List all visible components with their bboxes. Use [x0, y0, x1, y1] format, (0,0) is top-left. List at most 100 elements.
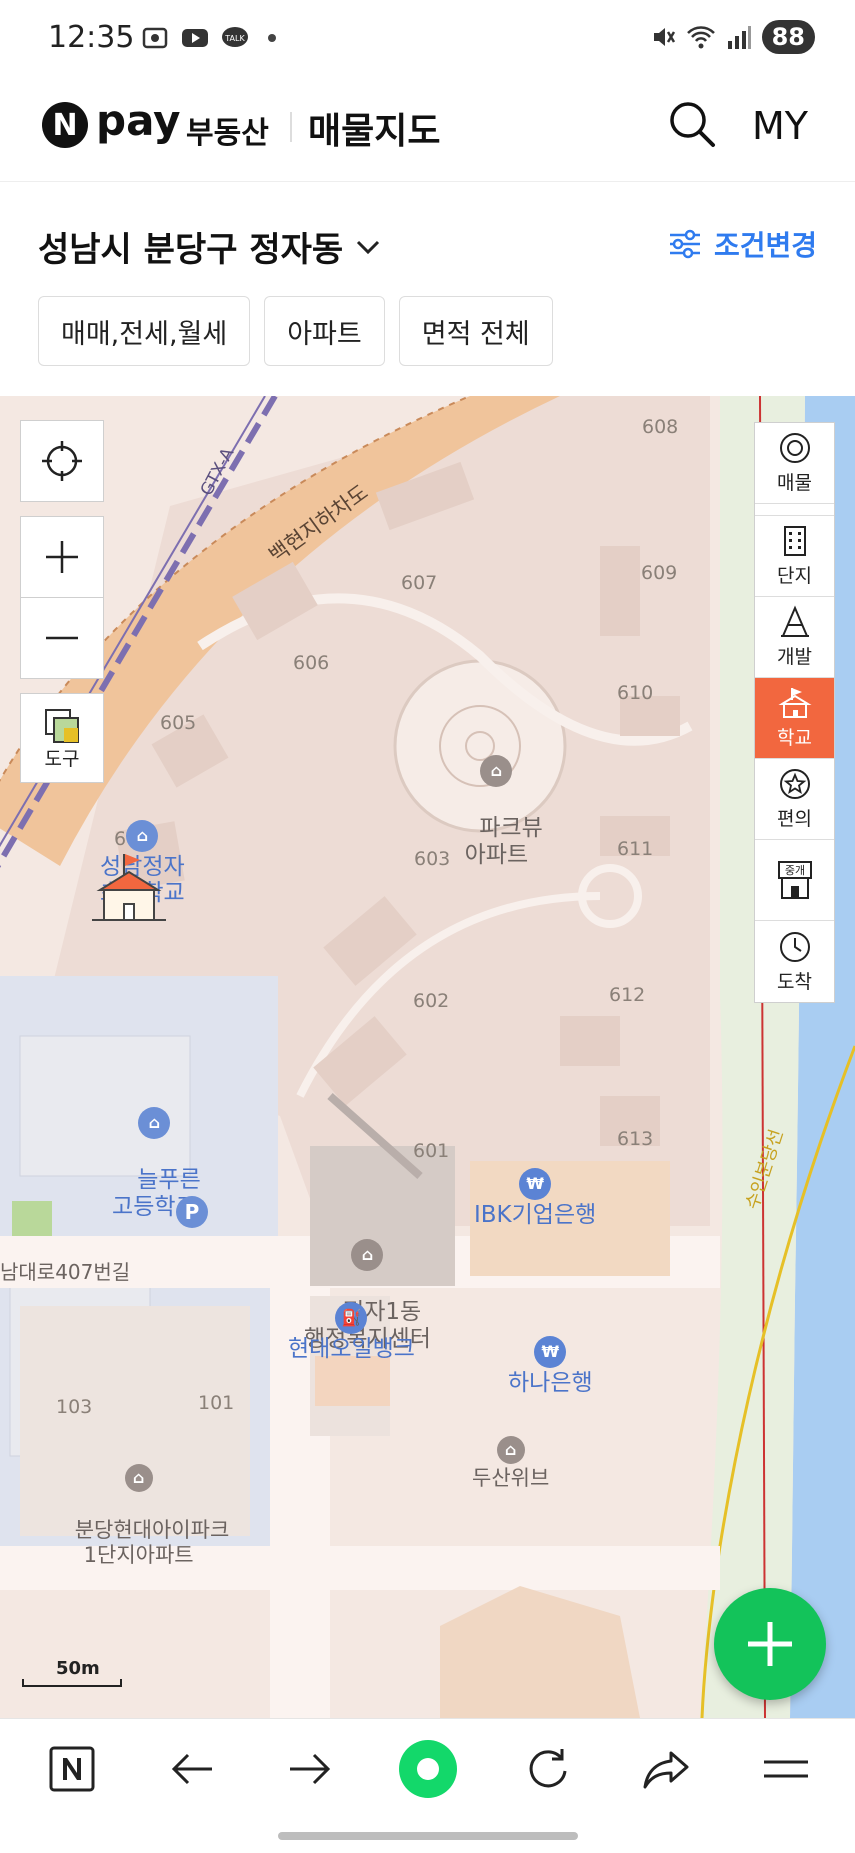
- poi-hyundai-oilbank[interactable]: ⛽ 현대오일뱅크: [288, 1302, 415, 1362]
- map-view[interactable]: 백현지하차도 GTX-A 608 607 609 606 610 605 604…: [0, 396, 855, 1718]
- building-icon: [783, 526, 806, 556]
- road-name-label: 남대로407번길: [0, 1260, 131, 1284]
- back-icon: [171, 1753, 212, 1785]
- bank-pin-icon: ₩: [534, 1336, 567, 1368]
- building-number: 610: [617, 682, 654, 704]
- mute-icon: [653, 28, 675, 46]
- rail-divider: [755, 504, 834, 516]
- poi-hyundai-ipark[interactable]: ⌂ 분당현대아이파크 1단지아파트: [48, 1416, 229, 1591]
- refresh-button[interactable]: [518, 1739, 578, 1799]
- building-number: 101: [198, 1392, 235, 1414]
- building-number: 606: [293, 652, 330, 674]
- search-icon[interactable]: [666, 98, 718, 150]
- building-number: 609: [641, 562, 678, 584]
- building-number: 613: [617, 1128, 654, 1150]
- screen: { "status_bar": { "time": "12:35", "batt…: [0, 0, 855, 1853]
- naver-home-button[interactable]: [42, 1739, 102, 1799]
- school-pin-icon: ⌂: [138, 1106, 171, 1139]
- map-scale: 50m: [22, 1658, 122, 1687]
- screenshot-icon: [142, 27, 168, 49]
- apartment-pin-icon: ⌂: [124, 1464, 153, 1493]
- building-number: 602: [413, 990, 450, 1012]
- building-number: 607: [401, 572, 438, 594]
- filter-chip-property-type[interactable]: 아파트: [264, 296, 385, 366]
- poi-park-view-apartment[interactable]: ⌂ 파크뷰 아파트: [450, 702, 543, 895]
- locate-me-button[interactable]: [20, 420, 104, 502]
- school-marker-icon[interactable]: [92, 850, 166, 924]
- my-button[interactable]: MY: [752, 104, 808, 148]
- parking-icon[interactable]: P: [176, 1196, 208, 1228]
- zoom-out-button[interactable]: [20, 597, 104, 679]
- app-header: N pay 부동산 매물지도 MY: [0, 78, 855, 182]
- share-button[interactable]: [636, 1739, 696, 1799]
- filter-chip-area[interactable]: 면적 전체: [398, 296, 553, 366]
- poi-hana-bank[interactable]: ₩ 하나은행: [508, 1336, 593, 1396]
- rail-item-commute[interactable]: 도착: [755, 921, 834, 1002]
- naver-home-icon: [49, 1746, 95, 1792]
- poi-doosan-weve[interactable]: ⌂ 두산위브: [472, 1436, 549, 1490]
- layers-tool-icon: [45, 708, 79, 743]
- clock-icon: [779, 931, 810, 962]
- talk-icon: TALK: [222, 27, 248, 47]
- plus-icon: [46, 541, 78, 573]
- add-button[interactable]: [714, 1588, 826, 1700]
- menu-icon: [764, 1760, 808, 1778]
- home-indicator[interactable]: [278, 1832, 578, 1840]
- refresh-icon: [529, 1749, 567, 1788]
- poi-ibk-bank[interactable]: ₩ IBK기업은행: [474, 1168, 596, 1228]
- condition-change-button[interactable]: 조건변경: [668, 224, 817, 264]
- logo-realestate-text[interactable]: 부동산: [186, 108, 269, 152]
- agency-icon: 중개: [777, 861, 812, 899]
- status-bar: 12:35 TALK 88: [0, 0, 855, 78]
- header-divider: [290, 112, 292, 142]
- building-number: 601: [413, 1140, 450, 1162]
- share-icon: [643, 1751, 689, 1789]
- rail-item-convenience[interactable]: 편의: [755, 759, 834, 840]
- forward-button[interactable]: [280, 1739, 340, 1799]
- government-pin-icon: ⌂: [351, 1238, 384, 1271]
- rail-item-development[interactable]: 개발: [755, 597, 834, 678]
- rail-item-school[interactable]: 학교: [755, 678, 834, 759]
- zoom-in-button[interactable]: [20, 516, 104, 598]
- building-number: 612: [609, 984, 646, 1006]
- building-number: 603: [414, 848, 451, 870]
- crosshair-icon: [42, 441, 82, 481]
- youtube-icon: [182, 29, 208, 47]
- plus-icon: [748, 1622, 792, 1666]
- rail-item-agency[interactable]: 중개: [755, 840, 834, 921]
- status-icons-right: 88: [650, 20, 815, 54]
- school-pin-icon: ⌂: [126, 820, 159, 852]
- location-selector[interactable]: 성남시 분당구 정자동: [38, 222, 381, 271]
- bank-pin-icon: ₩: [519, 1168, 552, 1200]
- building-number: 611: [617, 838, 654, 860]
- target-icon: [779, 433, 810, 463]
- apartment-pin-icon: ⌂: [496, 1436, 525, 1464]
- apartment-pin-icon: ⌂: [480, 754, 513, 787]
- green-dot-button[interactable]: [398, 1739, 458, 1799]
- rail-item-listings[interactable]: 매물: [755, 423, 834, 504]
- tools-label: 도구: [44, 747, 80, 770]
- filter-sliders-icon: [670, 229, 700, 259]
- tools-button[interactable]: 도구: [20, 693, 104, 783]
- condition-change-label: 조건변경: [714, 229, 818, 262]
- back-button[interactable]: [162, 1739, 222, 1799]
- naver-n-logo[interactable]: N: [42, 102, 88, 148]
- location-title: 성남시 분당구 정자동: [38, 230, 344, 270]
- building-number: 605: [160, 712, 197, 734]
- crane-icon: [780, 605, 809, 637]
- status-time: 12:35: [48, 20, 135, 55]
- map-scale-bar: [22, 1679, 122, 1687]
- status-dot: [268, 34, 276, 42]
- agency-box-label: 중개: [784, 864, 804, 877]
- minus-icon: [46, 636, 78, 640]
- filter-chip-trade-type[interactable]: 매매,전세,월세: [38, 296, 251, 366]
- battery-badge: 88: [761, 20, 815, 54]
- gas-station-pin-icon: ⛽: [335, 1302, 368, 1334]
- rail-item-complex[interactable]: 단지: [755, 516, 834, 597]
- status-icons-left: TALK: [140, 24, 276, 52]
- logo-pay-text[interactable]: pay: [96, 96, 181, 145]
- menu-button[interactable]: [756, 1739, 816, 1799]
- school-icon: [777, 688, 812, 718]
- category-rail: 매물 단지 개발 학교 편의 중개 도착: [754, 422, 835, 1003]
- star-icon: [779, 769, 810, 799]
